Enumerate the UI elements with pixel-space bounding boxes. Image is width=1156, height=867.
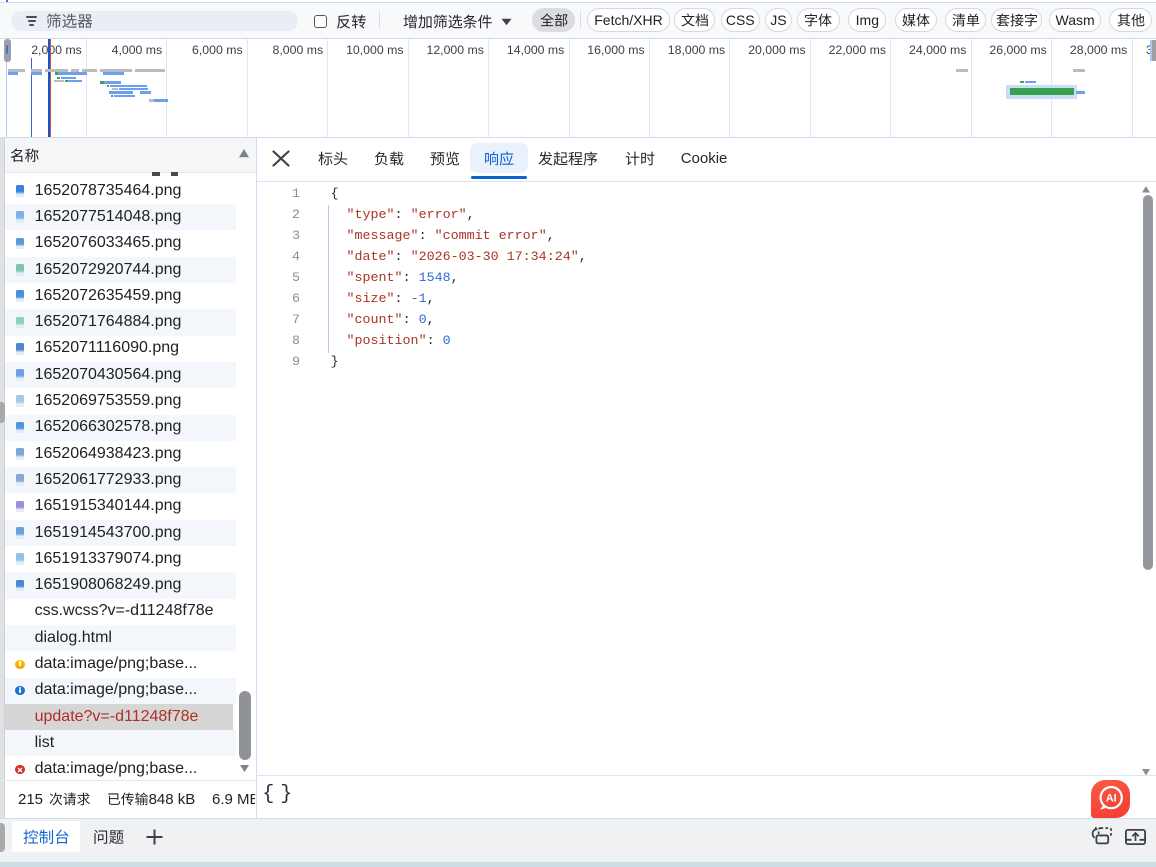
svg-text:AI: AI (1106, 793, 1117, 805)
